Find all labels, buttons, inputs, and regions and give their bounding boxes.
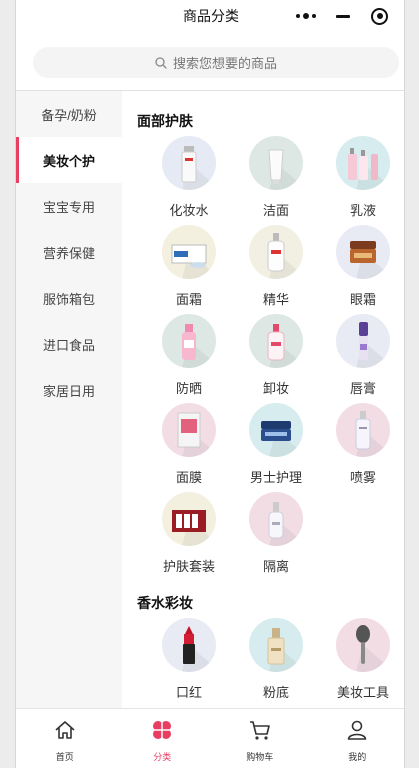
lipstick-icon [162, 618, 216, 672]
sidebar-item[interactable]: 宝宝专用 [16, 183, 122, 229]
cream-box-icon [162, 225, 216, 279]
subcategory-item[interactable]: 护肤套装 [146, 488, 232, 576]
cleanser-tube-icon [249, 136, 303, 190]
user-icon [345, 718, 369, 747]
sidebar-item[interactable]: 家居日用 [16, 367, 122, 413]
serum-bottle-icon [249, 225, 303, 279]
subcategory-item[interactable]: 喷雾 [320, 399, 404, 487]
subcategory-item[interactable]: 口红 [146, 614, 232, 702]
eye-cream-jar-icon [336, 225, 390, 279]
men-care-jar-icon [249, 403, 303, 457]
close-target-icon [371, 7, 389, 25]
subcategory-item[interactable]: 粉底 [233, 614, 319, 702]
tab-item[interactable]: 购物车 [211, 709, 309, 768]
subcategory-label: 面霜 [175, 292, 202, 307]
foundation-bottle-icon [249, 618, 303, 672]
subcategory-label: 唇膏 [349, 381, 376, 396]
subcategory-label: 护肤套装 [162, 559, 215, 574]
category-sidebar: 备孕/奶粉美妆个护宝宝专用营养保健服饰箱包进口食品家居日用 [16, 91, 122, 708]
tab-label: 购物车 [246, 752, 274, 762]
sidebar-item-label: 服饰箱包 [42, 291, 95, 307]
sidebar-item-label: 进口食品 [42, 337, 95, 353]
sidebar-item-label: 宝宝专用 [42, 199, 95, 215]
sidebar-item-label: 备孕/奶粉 [41, 107, 97, 123]
subcategory-item[interactable]: 美妆工具 [320, 614, 404, 702]
minimize-icon [336, 14, 350, 18]
toner-bottle-icon [162, 136, 216, 190]
navigation-bar: 商品分类 [16, 0, 404, 32]
tab-item[interactable]: 我的 [309, 709, 405, 768]
subcategory-label: 乳液 [349, 203, 376, 218]
subcategory-item[interactable]: 卸妆 [233, 310, 319, 398]
sidebar-item[interactable]: 美妆个护 [16, 137, 122, 183]
subcategory-item[interactable]: 洁面 [233, 132, 319, 220]
sidebar-item[interactable]: 营养保健 [16, 229, 122, 275]
subcategory-label: 面膜 [175, 470, 202, 485]
makeup-remover-icon [249, 314, 303, 368]
tab-label: 首页 [55, 752, 74, 762]
subcategory-item[interactable]: 面膜 [146, 399, 232, 487]
face-mask-icon [162, 403, 216, 457]
section-title: 香水彩妆 [137, 595, 193, 611]
subcategory-item[interactable]: 眼霜 [320, 221, 404, 309]
subcategory-item[interactable]: 唇膏 [320, 310, 404, 398]
sunscreen-bottle-icon [162, 314, 216, 368]
skincare-set-icon [162, 492, 216, 546]
subcategory-label: 男士护理 [249, 470, 302, 485]
lotion-bottles-icon [336, 136, 390, 190]
bottom-tab-bar: 首页 分类 购物车 我的 [16, 708, 405, 768]
tab-item[interactable]: 分类 [114, 709, 212, 768]
subcategory-item[interactable]: 乳液 [320, 132, 404, 220]
sidebar-item[interactable]: 进口食品 [16, 321, 122, 367]
subcategory-item[interactable]: 防晒 [146, 310, 232, 398]
search-input[interactable]: 搜索您想要的商品 [33, 47, 399, 78]
sidebar-item[interactable]: 服饰箱包 [16, 275, 122, 321]
more-button[interactable] [288, 2, 325, 30]
subcategory-label: 洁面 [262, 203, 289, 218]
subcategory-item[interactable]: 隔离 [233, 488, 319, 576]
home-icon [53, 718, 77, 747]
sidebar-item-label: 家居日用 [42, 383, 95, 399]
subcategory-item[interactable]: 化妆水 [146, 132, 232, 220]
mini-program-frame: 商品分类 搜索您想要的商品 备孕/奶粉美妆个护宝宝专用营养保健服饰箱包进口食品家… [15, 0, 405, 768]
minimize-button[interactable] [325, 2, 362, 30]
subcategory-label: 粉底 [262, 685, 289, 700]
subcategory-label: 喷雾 [349, 470, 376, 485]
tab-label: 我的 [348, 752, 367, 762]
subcategory-panel: 面部护肤化妆水 洁面 乳液面霜 精华 眼霜防晒 卸妆 唇膏面膜 男士护理 喷雾护肤套装 隔离香水彩… [122, 91, 404, 708]
spray-bottle-icon [336, 403, 390, 457]
more-dots-icon [296, 13, 317, 19]
lip-balm-icon [336, 314, 390, 368]
subcategory-item[interactable]: 面霜 [146, 221, 232, 309]
sidebar-item[interactable]: 备孕/奶粉 [16, 91, 122, 137]
tab-label: 分类 [153, 752, 172, 762]
tab-item[interactable]: 首页 [16, 709, 114, 768]
search-icon [155, 56, 167, 69]
search-placeholder: 搜索您想要的商品 [172, 56, 277, 71]
primer-bottle-icon [249, 492, 303, 546]
subcategory-label: 美妆工具 [336, 685, 389, 700]
sidebar-item-label: 美妆个护 [42, 153, 95, 169]
cart-icon [248, 718, 272, 747]
subcategory-label: 精华 [262, 292, 289, 307]
subcategory-item[interactable]: 精华 [233, 221, 319, 309]
search-area: 搜索您想要的商品 [16, 32, 404, 90]
section-title: 面部护肤 [137, 113, 193, 129]
subcategory-label: 化妆水 [169, 203, 209, 218]
capsule-menu [288, 2, 398, 30]
subcategory-item[interactable]: 男士护理 [233, 399, 319, 487]
subcategory-label: 隔离 [262, 559, 289, 574]
close-button[interactable] [361, 2, 398, 30]
subcategory-label: 卸妆 [262, 381, 289, 396]
subcategory-label: 口红 [175, 685, 202, 700]
makeup-brush-icon [336, 618, 390, 672]
sidebar-item-label: 营养保健 [42, 245, 95, 261]
category-icon [150, 718, 174, 747]
subcategory-label: 防晒 [175, 381, 202, 396]
subcategory-label: 眼霜 [349, 292, 376, 307]
